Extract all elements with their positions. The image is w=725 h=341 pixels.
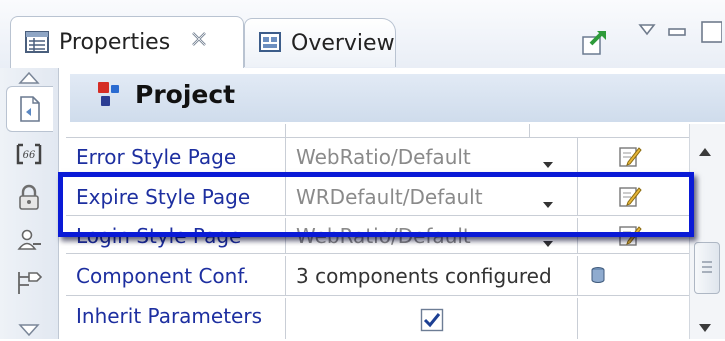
- property-name-cell: Inherit Parameters: [66, 298, 286, 339]
- grip-icon: [702, 261, 712, 273]
- minimize-icon[interactable]: [668, 24, 686, 43]
- view-menu-icon[interactable]: [638, 22, 656, 41]
- section-tab-security[interactable]: [6, 176, 52, 220]
- tab-overview-label: Overview: [291, 31, 395, 56]
- scrollbar-thumb[interactable]: [694, 242, 720, 294]
- tab-properties[interactable]: Properties: [10, 16, 244, 69]
- lock-icon: [19, 184, 39, 210]
- close-tab-icon[interactable]: [189, 29, 209, 53]
- panel-title: Project: [135, 80, 236, 109]
- dropdown-arrow-icon[interactable]: [542, 154, 554, 173]
- section-tab-flow[interactable]: [6, 260, 52, 304]
- table-row: Inherit Parameters: [66, 298, 689, 339]
- tab-properties-label: Properties: [59, 30, 171, 55]
- scroll-down-tabs-icon[interactable]: [18, 322, 40, 341]
- scroll-up-arrow-icon[interactable]: [698, 142, 712, 161]
- table-row-cutoff: [66, 124, 689, 138]
- svg-text:66: 66: [23, 150, 36, 161]
- property-name: Inherit Parameters: [76, 304, 263, 328]
- user-role-icon: [17, 229, 41, 250]
- property-action-cell: [578, 138, 688, 174]
- flow-section-icon: [18, 272, 43, 294]
- highlight-box: [58, 172, 694, 237]
- property-name: Error Style Page: [76, 145, 237, 169]
- section-tab-bindings[interactable]: 66: [6, 132, 52, 176]
- property-name-cell: Error Style Page: [66, 138, 286, 174]
- property-value: WebRatio/Default: [296, 145, 471, 169]
- property-value-cell[interactable]: WebRatio/Default: [286, 138, 578, 174]
- property-name: Component Conf.: [76, 264, 250, 288]
- table-row: Component Conf. 3 components configured: [66, 256, 689, 296]
- database-icon[interactable]: [590, 266, 606, 288]
- section-tab-users[interactable]: [6, 218, 52, 262]
- properties-view-icon: [25, 31, 49, 57]
- maximize-icon[interactable]: [700, 20, 723, 48]
- project-icon: [95, 80, 127, 114]
- property-name-cell: Component Conf.: [66, 256, 286, 296]
- bindings-section-icon: 66: [16, 143, 42, 165]
- property-value-cell[interactable]: 3 components configured: [286, 256, 578, 296]
- table-row: Error Style Page WebRatio/Default: [66, 138, 689, 174]
- general-section-icon: [20, 96, 40, 122]
- property-action-cell: [578, 256, 688, 296]
- overview-view-icon: [259, 31, 281, 57]
- property-action-cell: [578, 298, 688, 339]
- scroll-down-arrow-icon[interactable]: [698, 318, 712, 337]
- edit-icon[interactable]: [618, 144, 642, 172]
- pin-view-icon[interactable]: [580, 28, 610, 60]
- section-tab-general[interactable]: [6, 86, 53, 132]
- property-value: 3 components configured: [296, 264, 552, 288]
- property-value-cell: [286, 298, 578, 339]
- tab-overview[interactable]: Overview: [244, 18, 396, 67]
- inherit-parameters-checkbox[interactable]: [420, 308, 444, 336]
